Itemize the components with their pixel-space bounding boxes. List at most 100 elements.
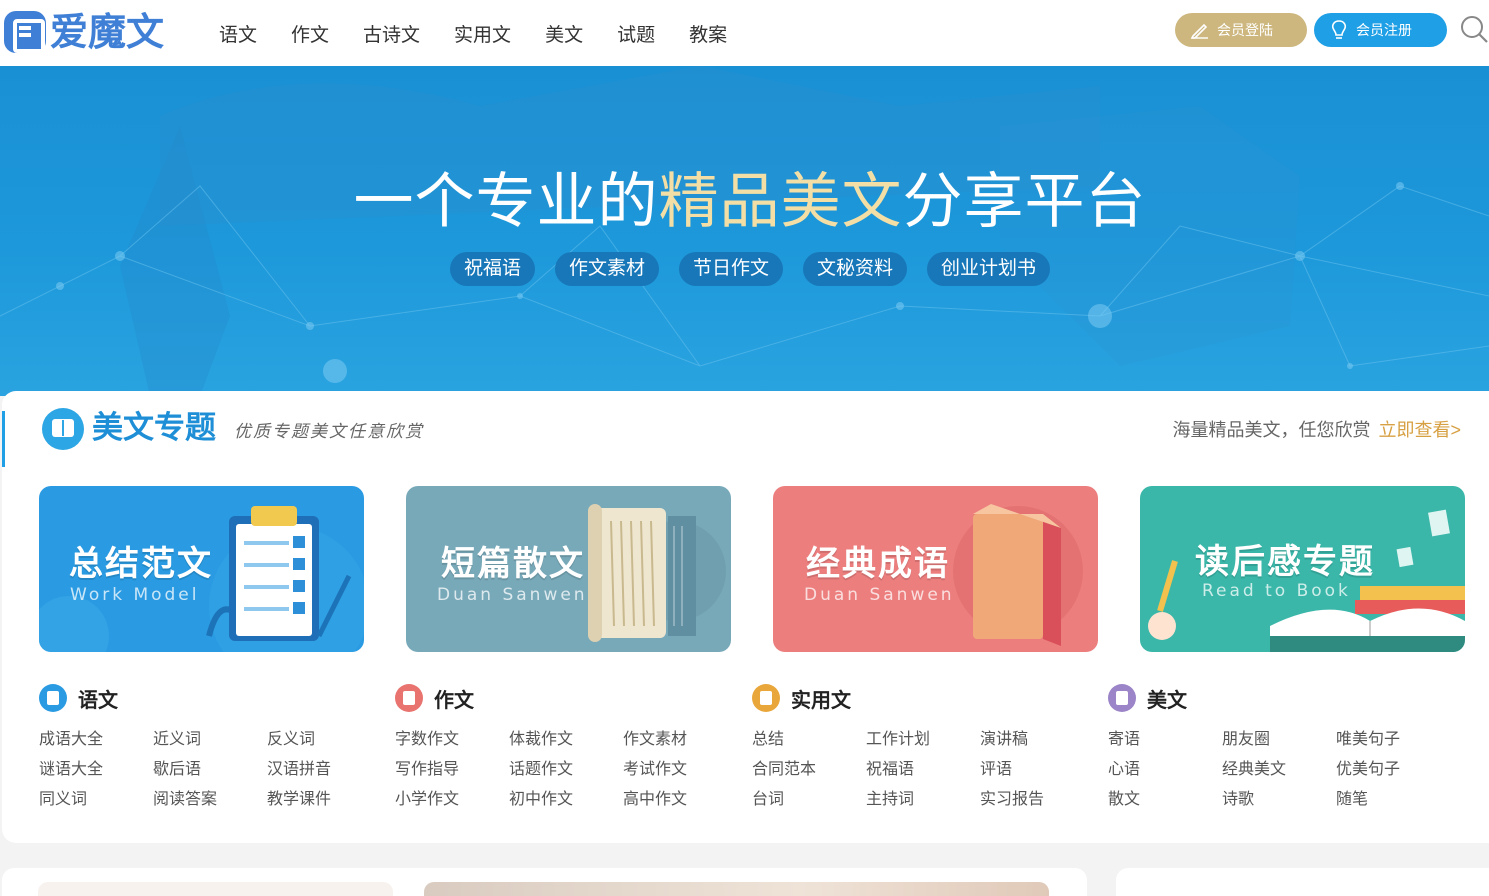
category-link[interactable]: 高中作文 (623, 789, 737, 810)
card-title: 读后感专题 (1195, 543, 1375, 581)
bottom-feature-image[interactable] (424, 882, 1049, 896)
tag-zuowen-sucai[interactable]: 作文素材 (554, 252, 659, 286)
category-link[interactable]: 同义词 (39, 789, 153, 810)
category-link[interactable]: 评语 (980, 759, 1094, 780)
section-accent-bar (2, 411, 5, 467)
category-title[interactable]: 语文 (78, 684, 118, 713)
nav-item-gushiwen[interactable]: 古诗文 (363, 20, 420, 47)
topic-card-reading[interactable]: 读后感专题 Read to Book (1140, 486, 1465, 652)
tag-zhufuyu[interactable]: 祝福语 (449, 252, 535, 286)
section-more: 海量精品美文，任您欣赏 立即查看> (1172, 416, 1461, 442)
category-link[interactable]: 散文 (1108, 789, 1222, 810)
category-header: 实用文 (752, 681, 1092, 715)
tag-jieri-zuowen[interactable]: 节日作文 (678, 252, 783, 286)
category-link[interactable]: 近义词 (153, 729, 267, 750)
category-link[interactable]: 朋友圈 (1222, 729, 1336, 750)
category-link[interactable]: 体裁作文 (509, 729, 623, 750)
category-link[interactable]: 实习报告 (980, 789, 1094, 810)
card-subtitle: Duan Sanwen (804, 585, 955, 605)
category-link[interactable]: 小学作文 (395, 789, 509, 810)
section-subtitle: 优质专题美文任意欣赏 (234, 422, 424, 442)
banner-title: 一个专业的精品美文分享平台 (0, 153, 1489, 240)
card-title: 总结范文 (69, 545, 213, 583)
nav-item-yuwen[interactable]: 语文 (219, 20, 257, 47)
topic-card-idioms[interactable]: 经典成语 Duan Sanwen (773, 486, 1098, 652)
category-link[interactable]: 歇后语 (153, 759, 267, 780)
logo-text: 爱魔文 (50, 10, 165, 54)
pen-icon (1189, 19, 1211, 41)
category-link[interactable]: 工作计划 (866, 729, 980, 750)
category-header: 作文 (395, 681, 735, 715)
section-more-text: 海量精品美文，任您欣赏 (1172, 420, 1371, 440)
site-logo[interactable]: 爱魔文 (4, 9, 164, 55)
category-link[interactable]: 考试作文 (623, 759, 737, 780)
category-link[interactable]: 优美句子 (1336, 759, 1450, 780)
category-yuwen: 语文 成语大全 近义词 反义词 谜语大全 歇后语 汉语拼音 同义词 阅读答案 教… (39, 681, 379, 810)
category-link[interactable]: 演讲稿 (980, 729, 1094, 750)
card-subtitle: Read to Book (1202, 581, 1351, 601)
search-icon[interactable] (1459, 14, 1489, 44)
category-link-grid: 寄语 朋友圈 唯美句子 心语 经典美文 优美句子 散文 诗歌 随笔 (1108, 729, 1448, 810)
tag-wenmi-ziliao[interactable]: 文秘资料 (803, 252, 908, 286)
category-link[interactable]: 经典美文 (1222, 759, 1336, 780)
nav-item-meiwen[interactable]: 美文 (545, 20, 583, 47)
category-link[interactable]: 谜语大全 (39, 759, 153, 780)
category-link[interactable]: 台词 (752, 789, 866, 810)
nav-item-jiaoan[interactable]: 教案 (689, 20, 727, 47)
category-link[interactable]: 心语 (1108, 759, 1222, 780)
category-link[interactable]: 唯美句子 (1336, 729, 1450, 750)
category-link[interactable]: 合同范本 (752, 759, 866, 780)
category-link[interactable]: 汉语拼音 (267, 759, 381, 780)
view-now-link[interactable]: 立即查看> (1378, 420, 1461, 440)
category-title[interactable]: 美文 (1147, 684, 1187, 713)
category-link[interactable]: 随笔 (1336, 789, 1450, 810)
category-link-grid: 成语大全 近义词 反义词 谜语大全 歇后语 汉语拼音 同义词 阅读答案 教学课件 (39, 729, 379, 810)
featured-topics-panel: 美文专题 优质专题美文任意欣赏 海量精品美文，任您欣赏 立即查看> 总结范文 Wo… (2, 391, 1489, 843)
site-header: 爱魔文 语文 作文 古诗文 实用文 美文 试题 教案 会员登陆 会员注册 (0, 0, 1489, 66)
category-title[interactable]: 实用文 (791, 684, 851, 713)
category-link[interactable]: 写作指导 (395, 759, 509, 780)
banner-tags: 祝福语 作文素材 节日作文 文秘资料 创业计划书 (0, 252, 1489, 286)
category-link[interactable]: 作文素材 (623, 729, 737, 750)
category-link[interactable]: 字数作文 (395, 729, 509, 750)
bottom-sidebar-panel (1116, 868, 1489, 896)
topic-card-prose[interactable]: 短篇散文 Duan Sanwen (406, 486, 731, 652)
category-link[interactable]: 反义词 (267, 729, 381, 750)
card-subtitle: Work Model (70, 585, 200, 605)
login-label: 会员登陆 (1217, 22, 1273, 38)
category-link[interactable]: 诗歌 (1222, 789, 1336, 810)
category-meiwen: 美文 寄语 朋友圈 唯美句子 心语 经典美文 优美句子 散文 诗歌 随笔 (1108, 681, 1448, 810)
category-link[interactable]: 阅读答案 (153, 789, 267, 810)
nav-item-zuowen[interactable]: 作文 (291, 20, 329, 47)
lightbulb-icon (1328, 19, 1350, 41)
category-header: 语文 (39, 681, 379, 715)
category-link-grid: 字数作文 体裁作文 作文素材 写作指导 话题作文 考试作文 小学作文 初中作文 … (395, 729, 735, 810)
banner-title-highlight: 精品美文 (658, 168, 903, 235)
category-link[interactable]: 初中作文 (509, 789, 623, 810)
login-button[interactable]: 会员登陆 (1175, 13, 1307, 47)
register-label: 会员注册 (1356, 22, 1412, 38)
category-link[interactable]: 总结 (752, 729, 866, 750)
logo-icon (4, 11, 46, 53)
category-link[interactable]: 寄语 (1108, 729, 1222, 750)
category-link[interactable]: 话题作文 (509, 759, 623, 780)
bookmark-icon (752, 684, 780, 712)
calendar-icon (395, 684, 423, 712)
main-nav: 语文 作文 古诗文 实用文 美文 试题 教案 (219, 0, 761, 66)
category-link-grid: 总结 工作计划 演讲稿 合同范本 祝福语 评语 台词 主持词 实习报告 (752, 729, 1092, 810)
tag-chuangye-jihuashu[interactable]: 创业计划书 (927, 252, 1051, 286)
category-link[interactable]: 祝福语 (866, 759, 980, 780)
category-link[interactable]: 教学课件 (267, 789, 381, 810)
topic-card-summary[interactable]: 总结范文 Work Model (39, 486, 364, 652)
category-link[interactable]: 主持词 (866, 789, 980, 810)
bottom-thumbnail-image[interactable] (38, 882, 393, 896)
category-link[interactable]: 成语大全 (39, 729, 153, 750)
banner-title-part1: 一个专业的 (353, 168, 659, 235)
hero-banner: 一个专业的精品美文分享平台 祝福语 作文素材 节日作文 文秘资料 创业计划书 (0, 66, 1489, 396)
card-title: 经典成语 (806, 545, 950, 583)
register-button[interactable]: 会员注册 (1314, 13, 1447, 47)
category-title[interactable]: 作文 (434, 684, 474, 713)
book-icon (42, 408, 84, 450)
nav-item-shiti[interactable]: 试题 (617, 20, 655, 47)
nav-item-shiyongwen[interactable]: 实用文 (454, 20, 511, 47)
